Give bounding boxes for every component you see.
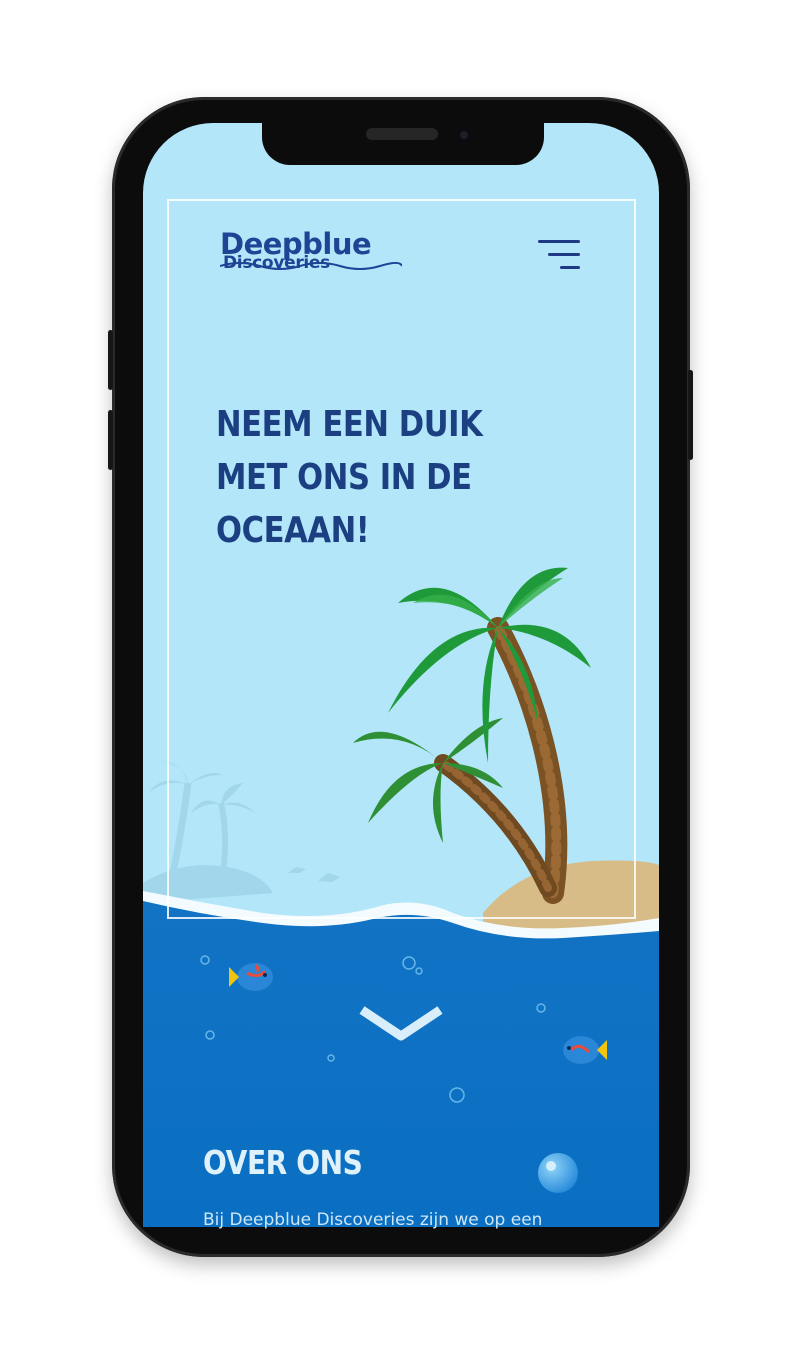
- logo-wave-icon: [220, 262, 402, 270]
- hero-title: NEEM EEN DUIK MET ONS IN DE OCEAAN!: [216, 404, 483, 551]
- hamburger-menu-icon: [538, 240, 580, 243]
- speaker-grille: [366, 128, 438, 140]
- hero-frame-border: [167, 199, 636, 919]
- screen-bottom-edge: [143, 1227, 659, 1257]
- chevron-down-icon[interactable]: [358, 1004, 444, 1044]
- hamburger-menu-icon: [548, 253, 580, 256]
- about-section-title: OVER ONS: [203, 1143, 363, 1182]
- about-section-text: Bij Deepblue Discoveries zijn we op een: [203, 1210, 543, 1230]
- front-camera-icon: [457, 128, 471, 142]
- phone-side-button: [108, 330, 113, 390]
- hamburger-menu-button[interactable]: [538, 238, 582, 272]
- phone-side-button: [688, 370, 693, 460]
- hamburger-menu-icon: [560, 266, 580, 269]
- bubble-large: [538, 1153, 578, 1193]
- phone-side-button: [108, 410, 113, 470]
- brand-logo[interactable]: Deepblue Discoveries: [220, 229, 402, 277]
